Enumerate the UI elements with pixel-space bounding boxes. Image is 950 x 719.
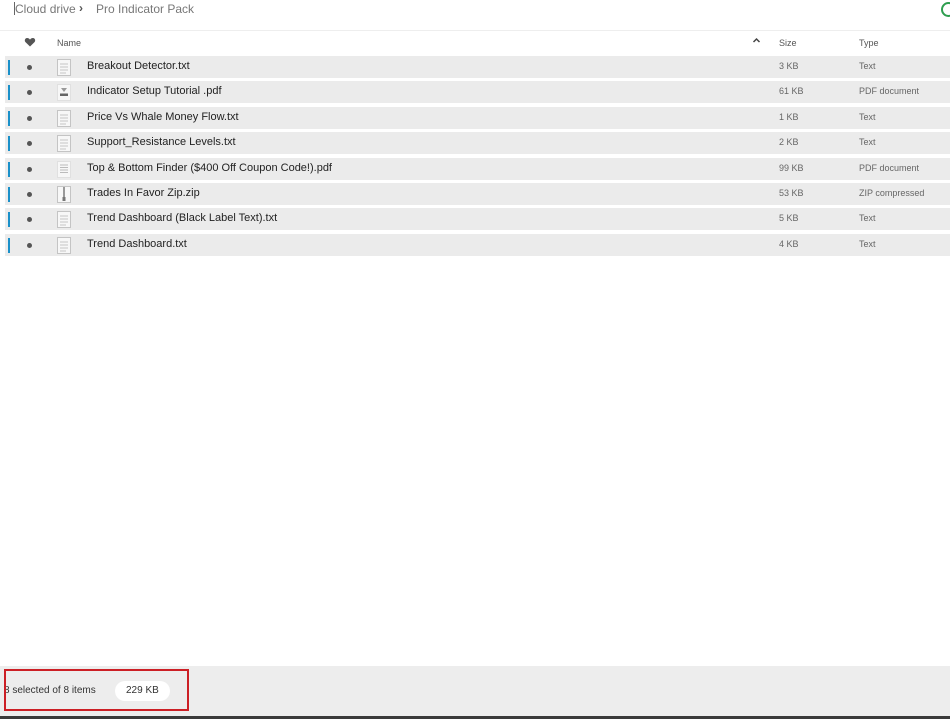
file-type: ZIP compressed bbox=[859, 187, 925, 198]
file-row[interactable]: Trend Dashboard (Black Label Text).txt 5… bbox=[5, 208, 950, 231]
file-type: PDF document bbox=[859, 162, 920, 173]
text-file-icon bbox=[57, 211, 71, 229]
zip-file-icon bbox=[57, 185, 71, 203]
text-file-icon bbox=[57, 59, 71, 76]
breadcrumb-current-folder: Pro Indicator Pack bbox=[96, 2, 195, 16]
file-row[interactable]: Top & Bottom Finder ($400 Off Coupon Cod… bbox=[5, 157, 950, 180]
file-list: Breakout Detector.txt 3 KB Text Indicato… bbox=[5, 56, 950, 259]
file-size: 5 KB bbox=[779, 213, 799, 224]
pdf-file-icon bbox=[57, 160, 71, 178]
file-row[interactable]: Indicator Setup Tutorial .pdf 61 KB PDF … bbox=[5, 81, 950, 104]
row-selection-indicator bbox=[8, 186, 10, 202]
row-status-dot bbox=[27, 65, 32, 70]
annotation-highlight-box bbox=[4, 669, 189, 711]
row-selection-indicator bbox=[8, 136, 10, 152]
file-row[interactable]: Trades In Favor Zip.zip 53 KB ZIP compre… bbox=[5, 182, 950, 205]
file-row[interactable]: Trend Dashboard.txt 4 KB Text bbox=[5, 233, 950, 256]
text-file-icon bbox=[57, 135, 71, 153]
file-row[interactable]: Support_Resistance Levels.txt 2 KB Text bbox=[5, 132, 950, 155]
row-selection-indicator bbox=[8, 85, 10, 101]
row-selection-indicator bbox=[8, 60, 10, 75]
breadcrumb-root-link[interactable]: Cloud drive bbox=[15, 2, 76, 16]
row-status-dot bbox=[27, 191, 32, 197]
file-name: Trend Dashboard (Black Label Text).txt bbox=[87, 212, 278, 225]
file-type: Text bbox=[859, 137, 876, 148]
row-selection-indicator bbox=[8, 110, 10, 126]
file-size: 99 KB bbox=[779, 162, 804, 173]
file-name: Trades In Favor Zip.zip bbox=[87, 186, 200, 199]
file-name: Breakout Detector.txt bbox=[87, 60, 190, 72]
file-name: Support_Resistance Levels.txt bbox=[87, 136, 236, 149]
file-size: 61 KB bbox=[779, 86, 804, 97]
column-header-name[interactable]: Name bbox=[57, 38, 81, 48]
column-header-type[interactable]: Type bbox=[859, 38, 879, 48]
row-status-dot bbox=[27, 115, 32, 121]
file-size: 53 KB bbox=[779, 187, 804, 198]
row-status-dot bbox=[27, 90, 32, 96]
row-status-dot bbox=[27, 242, 32, 248]
file-row[interactable]: Breakout Detector.txt 3 KB Text bbox=[5, 56, 950, 78]
file-name: Indicator Setup Tutorial .pdf bbox=[87, 85, 222, 98]
file-size: 1 KB bbox=[779, 111, 799, 122]
file-type: PDF document bbox=[859, 86, 920, 97]
file-size: 2 KB bbox=[779, 137, 799, 148]
row-status-dot bbox=[27, 217, 32, 223]
pdf-file-icon bbox=[57, 84, 71, 102]
row-status-dot bbox=[27, 141, 32, 147]
favourite-heart-icon[interactable] bbox=[24, 36, 36, 48]
text-file-icon bbox=[57, 236, 71, 254]
row-selection-indicator bbox=[8, 161, 10, 177]
file-size: 3 KB bbox=[779, 61, 799, 71]
breadcrumb: Cloud drive › Pro Indicator Pack bbox=[0, 0, 950, 31]
file-name: Top & Bottom Finder ($400 Off Coupon Cod… bbox=[87, 161, 332, 174]
file-list-header: Name Size Type bbox=[0, 31, 950, 55]
row-selection-indicator bbox=[8, 237, 10, 253]
sync-status-icon bbox=[941, 2, 950, 17]
breadcrumb-chevron-icon: › bbox=[79, 1, 83, 15]
file-row[interactable]: Price Vs Whale Money Flow.txt 1 KB Text bbox=[5, 106, 950, 129]
row-selection-indicator bbox=[8, 212, 10, 228]
file-type: Text bbox=[859, 111, 876, 122]
row-status-dot bbox=[27, 166, 32, 172]
file-name: Trend Dashboard.txt bbox=[87, 237, 187, 250]
sort-ascending-chevron-icon[interactable] bbox=[752, 36, 761, 45]
file-size: 4 KB bbox=[779, 238, 799, 249]
file-browser-page: Cloud drive › Pro Indicator Pack Name Si… bbox=[0, 0, 950, 719]
file-type: Text bbox=[859, 61, 876, 71]
column-header-size[interactable]: Size bbox=[779, 38, 797, 48]
file-name: Price Vs Whale Money Flow.txt bbox=[87, 110, 239, 123]
file-type: Text bbox=[859, 238, 876, 249]
text-file-icon bbox=[57, 109, 71, 127]
file-type: Text bbox=[859, 213, 876, 224]
